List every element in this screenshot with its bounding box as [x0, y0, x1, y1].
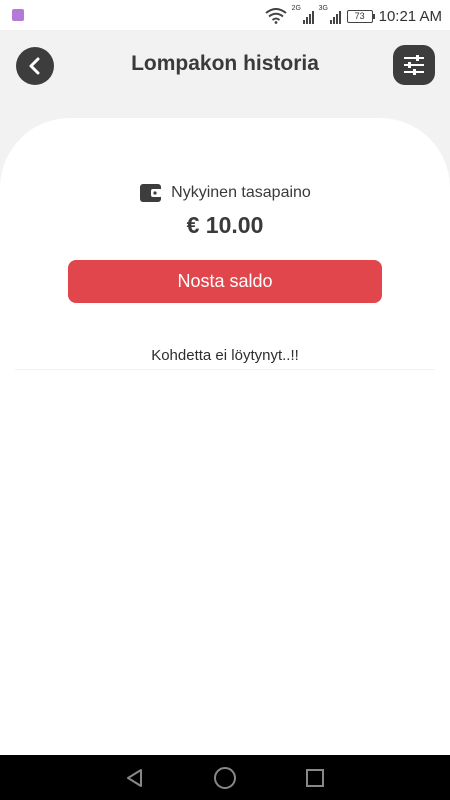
status-time: 10:21 AM	[378, 7, 442, 25]
balance-amount: € 10.00	[186, 212, 264, 238]
page-title: Lompakon historia	[131, 52, 319, 75]
filter-button[interactable]	[393, 45, 435, 85]
wallet-card: Nykyinen tasapaino € 10.00 Nosta saldo K…	[0, 118, 450, 755]
network-type-3g: 3G	[318, 5, 328, 12]
empty-history-message: Kohdetta ei löytynyt..!!	[151, 347, 299, 364]
sliders-icon	[404, 55, 424, 75]
status-right: 2G 3G 73 10:21 AM	[264, 5, 442, 26]
signal-3g-icon: 3G	[318, 5, 341, 24]
status-bar: 2G 3G 73 10:21 AM	[0, 0, 450, 30]
signal-2g-icon: 2G	[291, 5, 314, 24]
nav-back-button[interactable]	[120, 763, 150, 793]
system-nav-bar	[0, 755, 450, 800]
wifi-icon	[264, 8, 287, 24]
network-type-2g: 2G	[291, 5, 301, 12]
nav-home-button[interactable]	[210, 763, 240, 793]
header: Lompakon historia	[0, 30, 450, 102]
square-recents-icon	[306, 768, 324, 787]
gallery-notification-icon	[12, 9, 24, 21]
circle-home-icon	[214, 766, 236, 789]
wallet-icon	[140, 184, 163, 202]
divider	[15, 369, 435, 370]
withdraw-balance-button[interactable]: Nosta saldo	[68, 260, 382, 303]
balance-label: Nykyinen tasapaino	[171, 184, 311, 201]
battery-icon: 73	[346, 9, 375, 23]
triangle-back-icon	[127, 768, 142, 787]
balance-row: Nykyinen tasapaino	[0, 182, 450, 204]
nav-recents-button[interactable]	[300, 763, 330, 793]
